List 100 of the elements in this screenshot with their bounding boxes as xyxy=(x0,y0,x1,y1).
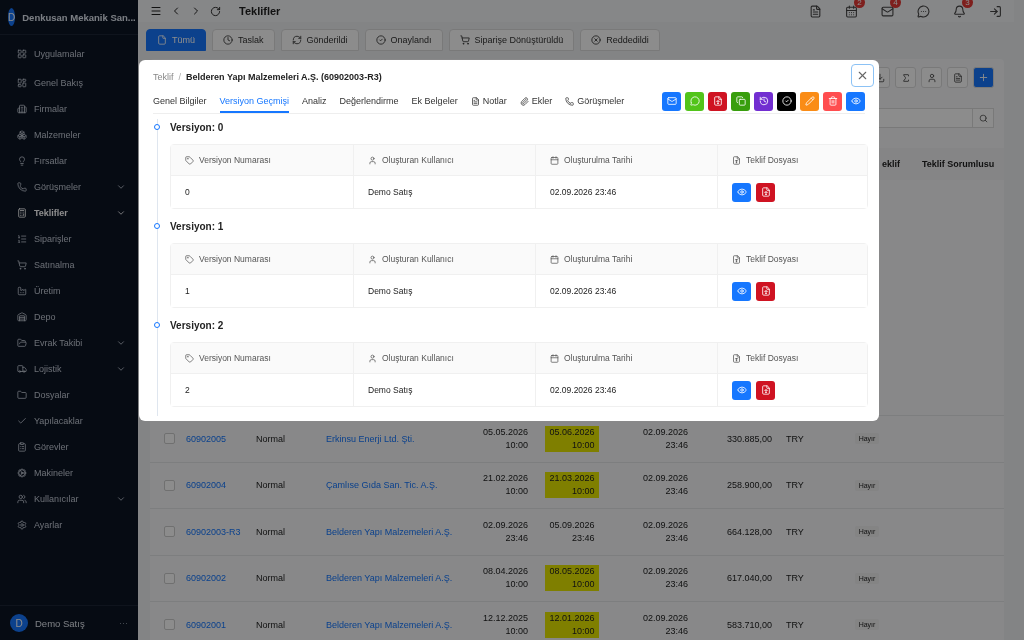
menu-item-icon xyxy=(17,364,27,374)
pdf-button[interactable] xyxy=(756,182,775,202)
company-name[interactable]: Denkusan Mekanik San... xyxy=(22,11,136,23)
sidebar-item[interactable]: Teklifler xyxy=(0,200,138,226)
file-icon xyxy=(732,155,741,165)
company-link[interactable]: Belderen Yapı Malzemeleri A.Ş. xyxy=(326,573,476,584)
sidebar-item[interactable]: Genel Bakış xyxy=(0,70,138,96)
delete-button[interactable] xyxy=(823,91,842,111)
pdf-button[interactable] xyxy=(756,380,775,400)
row-checkbox[interactable] xyxy=(164,619,175,631)
plus-icon xyxy=(978,72,989,83)
menu-item-icon xyxy=(17,182,27,192)
chat-icon xyxy=(689,96,700,106)
status-tab[interactable]: Gönderildi xyxy=(280,29,359,51)
offer-number-link[interactable]: 60902003-R3 xyxy=(186,526,256,537)
sidebar-item[interactable]: Makineler xyxy=(0,460,138,486)
column-header: Oluşturan Kullanıcı xyxy=(382,155,454,165)
dialog-tab[interactable]: Ek Belgeler xyxy=(411,91,458,113)
bell-button[interactable]: 3 xyxy=(948,0,970,22)
table-cell: Demo Satış xyxy=(368,187,413,197)
table-cell: 02.09.2026 23:46 xyxy=(550,187,617,197)
view-button[interactable] xyxy=(732,182,751,202)
sidebar-item[interactable]: Depo xyxy=(0,304,138,330)
sidebar-item[interactable]: Üretim xyxy=(0,278,138,304)
sidebar-item[interactable]: Evrak Takibi xyxy=(0,330,138,356)
view-button[interactable] xyxy=(846,91,865,111)
dialog-tab[interactable]: Görüşmeler xyxy=(565,91,625,113)
approve-button[interactable] xyxy=(777,91,796,111)
document-icon xyxy=(808,4,822,18)
status-tab[interactable]: Reddedildi xyxy=(580,29,660,51)
sidebar-item[interactable]: Uygulamalar xyxy=(0,41,138,67)
mail-button[interactable]: 4 xyxy=(876,0,898,22)
copy-button[interactable] xyxy=(731,91,750,111)
sidebar-item[interactable]: Ayarlar xyxy=(0,512,138,538)
offer-number-link[interactable]: 60902001 xyxy=(186,619,256,630)
row-checkbox[interactable] xyxy=(164,479,175,491)
dialog-tab[interactable]: Değerlendirme xyxy=(339,91,399,113)
add-button[interactable] xyxy=(973,67,994,88)
sidebar-item[interactable]: Yapılacaklar xyxy=(0,408,138,434)
row-checkbox[interactable] xyxy=(164,433,175,445)
view-button[interactable] xyxy=(732,380,751,400)
user-icon xyxy=(368,353,377,363)
calendar-button[interactable]: 2 xyxy=(840,0,862,22)
mail-button[interactable] xyxy=(662,91,681,111)
amount-cell: 330.885,00 xyxy=(726,433,772,444)
close-button[interactable] xyxy=(851,64,874,87)
clock-icon xyxy=(223,35,233,45)
offer-number-link[interactable]: 60902005 xyxy=(186,433,256,444)
column-header: Teklif Dosyası xyxy=(746,155,799,165)
check-circle-icon xyxy=(781,96,792,106)
status-tab[interactable]: Tümü xyxy=(146,29,206,51)
user-avatar: D xyxy=(10,614,28,632)
sidebar-item[interactable]: Satınalma xyxy=(0,252,138,278)
deadline-cell: 21.03.2026 10:00 xyxy=(545,472,599,499)
view-button[interactable] xyxy=(732,281,751,301)
sum-button[interactable] xyxy=(895,67,916,88)
date-cell-text: 02.09.2026 23:46 xyxy=(641,472,689,499)
sidebar-item[interactable]: Kullanıcılar xyxy=(0,486,138,512)
row-checkbox[interactable] xyxy=(164,572,175,584)
row-checkbox[interactable] xyxy=(164,526,175,538)
more-button[interactable]: ··· xyxy=(119,618,128,628)
calendar-icon xyxy=(550,254,559,264)
reload-icon[interactable] xyxy=(210,5,221,17)
whatsapp-button[interactable] xyxy=(685,91,704,111)
user-button[interactable] xyxy=(921,67,942,88)
company-link[interactable]: Erkinsu Enerji Ltd. Şti. xyxy=(326,433,476,444)
company-link[interactable]: Çamlıse Gıda San. Tic. A.Ş. xyxy=(326,480,476,491)
offer-number-link[interactable]: 60902002 xyxy=(186,573,256,584)
sidebar-item[interactable]: Firmalar xyxy=(0,96,138,122)
sidebar-item[interactable]: Görevler xyxy=(0,434,138,460)
status-tab[interactable]: Siparişe Dönüştürüldü xyxy=(448,29,575,51)
version-title: Versiyon: 2 xyxy=(170,319,224,331)
exit-icon xyxy=(988,4,1002,18)
menu-icon[interactable] xyxy=(150,5,162,17)
sidebar-item[interactable]: Dosyalar xyxy=(0,382,138,408)
company-link[interactable]: Belderen Yapı Malzemeleri A.Ş. xyxy=(326,619,476,630)
pdf-button[interactable] xyxy=(756,281,775,301)
dialog-tab[interactable]: Notlar xyxy=(470,91,507,113)
chat-icon xyxy=(916,4,930,18)
file-icon xyxy=(157,35,167,45)
pdf-icon xyxy=(760,385,771,395)
sidebar-item[interactable]: Malzemeler xyxy=(0,122,138,148)
table-cell-text: Normal xyxy=(256,526,286,537)
sidebar-item[interactable]: Lojistik xyxy=(0,356,138,382)
status-tab[interactable]: Taslak xyxy=(212,29,275,51)
status-tab[interactable]: Onaylandı xyxy=(364,29,443,51)
dialog-tab[interactable]: Genel Bilgiler xyxy=(153,91,207,113)
pdf-button[interactable] xyxy=(708,91,727,111)
history-button[interactable] xyxy=(754,91,773,111)
dialog-tab[interactable]: Versiyon Geçmişi xyxy=(219,91,290,113)
dialog-tab[interactable]: Analiz xyxy=(302,91,327,113)
sigma-icon xyxy=(900,72,911,83)
sidebar-item[interactable]: Fırsatlar xyxy=(0,148,138,174)
breadcrumb-link[interactable]: Teklif xyxy=(153,72,174,82)
offer-number-link[interactable]: 60902004 xyxy=(186,480,256,491)
document-button[interactable] xyxy=(947,67,968,88)
company-link[interactable]: Belderen Yapı Malzemeleri A.Ş. xyxy=(326,526,476,537)
dialog-tab[interactable]: Ekler xyxy=(519,91,553,113)
sidebar-item[interactable]: Siparişler xyxy=(0,226,138,252)
sidebar-item[interactable]: Görüşmeler xyxy=(0,174,138,200)
